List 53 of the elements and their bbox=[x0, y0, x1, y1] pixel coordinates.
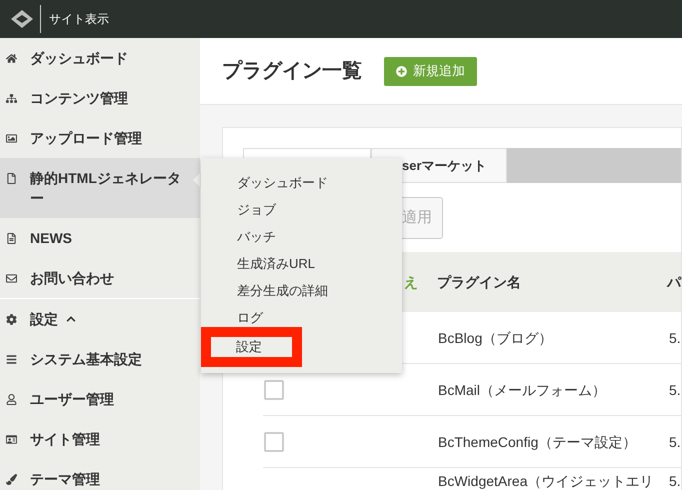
table-cell: BcMail（メールフォーム） bbox=[438, 382, 606, 398]
sidebar-item[interactable]: ダッシュボード bbox=[0, 38, 200, 78]
column-header: え bbox=[404, 272, 418, 292]
menu-icon bbox=[6, 354, 17, 364]
table-cell: 5. bbox=[669, 382, 681, 398]
sidebar-item-label: コンテンツ管理 bbox=[30, 89, 128, 108]
table-cell: 5. bbox=[669, 330, 681, 346]
sidebar-item-label: アップロード管理 bbox=[30, 129, 142, 148]
row-checkbox[interactable] bbox=[264, 432, 284, 452]
sidebar-item[interactable]: 静的HTMLジェネレーター bbox=[0, 158, 200, 218]
sitemap-icon bbox=[6, 92, 17, 104]
sidebar-item[interactable]: サイト管理 bbox=[0, 419, 200, 459]
mail-icon bbox=[6, 272, 17, 284]
site-link[interactable]: サイト表示 bbox=[49, 10, 109, 28]
document-icon bbox=[6, 232, 17, 244]
column-header: プラグイン名 bbox=[437, 274, 522, 290]
sidebar-item-label: 設定 bbox=[30, 310, 58, 329]
table-cell: 5. bbox=[669, 473, 681, 489]
user-icon bbox=[6, 394, 17, 404]
sidebar-item[interactable]: NEWS bbox=[0, 218, 200, 258]
table-cell: BcBlog（ブログ） bbox=[438, 330, 552, 346]
sidebar-item-label: サイト管理 bbox=[30, 430, 100, 449]
sidebar-item[interactable]: 設定 bbox=[0, 299, 200, 339]
table-cell: 5. bbox=[669, 434, 681, 450]
sidebar-item-label: NEWS bbox=[30, 229, 72, 248]
sidebar-item-label: ユーザー管理 bbox=[30, 390, 114, 409]
sidebar-item[interactable]: お問い合わせ bbox=[0, 258, 200, 298]
sidebar-item[interactable]: コンテンツ管理 bbox=[0, 78, 200, 118]
sidebar-item-label: お問い合わせ bbox=[30, 269, 114, 288]
file-icon bbox=[6, 172, 17, 184]
sidebar-item-label: テーマ管理 bbox=[30, 470, 100, 489]
brush-icon bbox=[6, 474, 17, 484]
sidebar-item[interactable]: テーマ管理 bbox=[0, 459, 200, 490]
table-cell: BcWidgetArea（ウイジェットエリ bbox=[438, 473, 654, 489]
home-icon bbox=[6, 52, 17, 64]
plus-icon bbox=[396, 66, 407, 76]
sidebar-item-label: システム基本設定 bbox=[30, 350, 142, 369]
settings-icon bbox=[6, 314, 17, 324]
page-title: プラグイン一覧 bbox=[222, 58, 362, 84]
sidebar-item-label: 静的HTMLジェネレーター bbox=[30, 169, 182, 208]
id-card-icon bbox=[6, 434, 17, 444]
submenu-item[interactable]: 差分生成の詳細 bbox=[201, 277, 402, 304]
row-checkbox[interactable] bbox=[264, 380, 284, 400]
sidebar-item[interactable]: アップロード管理 bbox=[0, 118, 200, 158]
image-icon bbox=[6, 132, 17, 144]
sidebar-item[interactable]: ユーザー管理 bbox=[0, 379, 200, 419]
sidebar-item[interactable]: システム基本設定 bbox=[0, 339, 200, 379]
sidebar-item-label: ダッシュボード bbox=[30, 49, 128, 68]
table-cell: BcThemeConfig（テーマ設定） bbox=[438, 434, 636, 450]
submenu-item[interactable]: 生成済みURL bbox=[201, 250, 402, 277]
logo-icon[interactable] bbox=[10, 9, 34, 29]
column-header: パ bbox=[667, 272, 681, 292]
submenu-item[interactable]: 設定 bbox=[201, 327, 302, 367]
